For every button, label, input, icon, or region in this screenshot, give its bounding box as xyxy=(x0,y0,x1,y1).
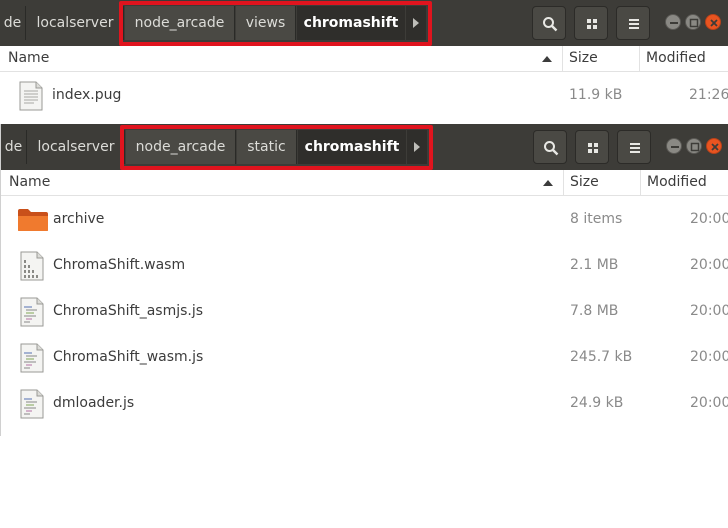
folder-icon xyxy=(18,209,48,231)
file-row-chromashift-asmjs-js[interactable]: ChromaShift_asmjs.js 7.8 MB 20:00 xyxy=(1,288,728,334)
breadcrumb-localserver[interactable]: localserver xyxy=(28,130,125,164)
file-name: archive xyxy=(53,211,105,227)
script-file-icon xyxy=(20,343,44,373)
minimize-button[interactable] xyxy=(665,14,681,30)
file-size: 245.7 kB xyxy=(570,349,633,365)
file-size: 11.9 kB xyxy=(569,87,623,103)
column-modified-header[interactable]: Modified xyxy=(646,46,706,72)
column-divider[interactable] xyxy=(639,46,640,72)
sort-ascending-icon[interactable] xyxy=(542,56,552,62)
text-file-icon xyxy=(19,81,43,111)
column-name-header[interactable]: Name xyxy=(9,170,50,196)
column-divider[interactable] xyxy=(640,170,641,196)
file-name: ChromaShift.wasm xyxy=(53,257,186,273)
header-bar: de localserver node_arcade views chromas… xyxy=(0,0,728,46)
hamburger-menu-icon xyxy=(630,143,640,153)
maximize-icon xyxy=(689,18,699,28)
search-icon xyxy=(544,141,559,156)
breadcrumb-localserver[interactable]: localserver xyxy=(27,6,124,40)
view-grid-button[interactable] xyxy=(574,6,608,40)
file-size: 24.9 kB xyxy=(570,395,624,411)
column-header: Name Size Modified xyxy=(0,46,728,72)
breadcrumb-de[interactable]: de xyxy=(0,6,26,40)
close-icon xyxy=(711,143,719,151)
close-icon xyxy=(710,19,718,27)
search-button[interactable] xyxy=(532,6,566,40)
file-name: ChromaShift_wasm.js xyxy=(53,349,204,365)
close-button[interactable] xyxy=(705,14,721,30)
menu-button[interactable] xyxy=(617,130,651,164)
minimize-button[interactable] xyxy=(666,138,682,154)
file-manager-window-static: de localserver node_arcade static chroma… xyxy=(0,124,728,436)
maximize-icon xyxy=(690,142,700,152)
breadcrumb-de[interactable]: de xyxy=(1,130,27,164)
file-manager-window-views: de localserver node_arcade views chromas… xyxy=(0,0,728,120)
column-header: Name Size Modified xyxy=(1,170,728,196)
highlight-box xyxy=(120,125,433,170)
column-divider[interactable] xyxy=(562,46,563,72)
column-size-header[interactable]: Size xyxy=(569,46,598,72)
search-icon xyxy=(543,17,558,32)
minimize-icon xyxy=(670,22,678,24)
file-row-dmloader-js[interactable]: dmloader.js 24.9 kB 20:00 xyxy=(1,380,728,426)
script-file-icon xyxy=(20,297,44,327)
file-size: 8 items xyxy=(570,211,623,227)
highlight-box xyxy=(119,1,432,46)
maximize-button[interactable] xyxy=(685,14,701,30)
file-modified: 20:00 xyxy=(690,303,728,319)
search-button[interactable] xyxy=(533,130,567,164)
file-name: dmloader.js xyxy=(53,395,135,411)
column-size-header[interactable]: Size xyxy=(570,170,599,196)
column-modified-header[interactable]: Modified xyxy=(647,170,707,196)
file-modified: 20:00 xyxy=(690,349,728,365)
hamburger-menu-icon xyxy=(629,19,639,29)
file-modified: 20:00 xyxy=(690,211,728,227)
file-modified: 20:00 xyxy=(690,395,728,411)
file-row-chromashift-wasm[interactable]: ChromaShift.wasm 2.1 MB 20:00 xyxy=(1,242,728,288)
view-grid-button[interactable] xyxy=(575,130,609,164)
file-modified: 21:26 xyxy=(689,87,728,103)
file-size: 2.1 MB xyxy=(570,257,619,273)
file-modified: 20:00 xyxy=(690,257,728,273)
minimize-icon xyxy=(671,146,679,148)
binary-file-icon xyxy=(20,251,44,281)
sort-ascending-icon[interactable] xyxy=(543,180,553,186)
file-row-chromashift-wasm-js[interactable]: ChromaShift_wasm.js 245.7 kB 20:00 xyxy=(1,334,728,380)
file-row-index-pug[interactable]: index.pug 11.9 kB 21:26 xyxy=(0,72,728,118)
file-name: index.pug xyxy=(52,87,122,103)
maximize-button[interactable] xyxy=(686,138,702,154)
menu-button[interactable] xyxy=(616,6,650,40)
close-button[interactable] xyxy=(706,138,722,154)
column-name-header[interactable]: Name xyxy=(8,46,49,72)
script-file-icon xyxy=(20,389,44,419)
file-row-archive[interactable]: archive 8 items 20:00 xyxy=(1,196,728,242)
grid-icon xyxy=(587,19,597,29)
column-divider[interactable] xyxy=(563,170,564,196)
file-name: ChromaShift_asmjs.js xyxy=(53,303,204,319)
grid-icon xyxy=(588,143,598,153)
header-bar: de localserver node_arcade static chroma… xyxy=(1,124,728,170)
file-size: 7.8 MB xyxy=(570,303,619,319)
